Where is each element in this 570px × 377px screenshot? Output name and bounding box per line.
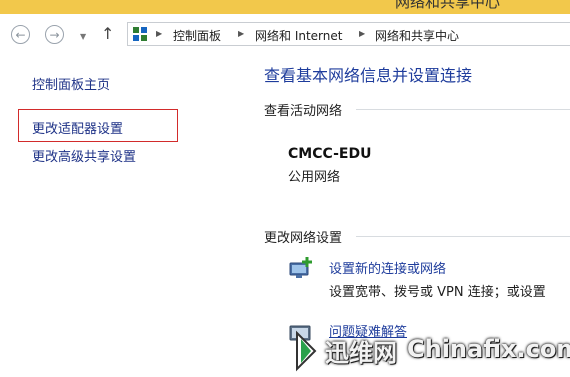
setup-new-connection-description: 设置宽带、拨号或 VPN 连接；或设置 xyxy=(329,285,546,300)
section-divider xyxy=(356,236,570,237)
recent-pages-dropdown-icon[interactable]: ▼ xyxy=(80,32,86,41)
window-title: 网络和共享中心 xyxy=(395,0,501,11)
up-arrow-icon[interactable]: ↑ xyxy=(101,24,114,43)
watermark: 迅维网 Chinafix.com xyxy=(293,329,570,377)
sidebar-item-change-advanced-sharing[interactable]: 更改高级共享设置 xyxy=(32,146,136,165)
forward-arrow-icon[interactable]: → xyxy=(45,25,64,44)
sidebar-item-control-panel-home[interactable]: 控制面板主页 xyxy=(32,74,110,93)
control-panel-icon xyxy=(133,27,147,41)
breadcrumb-separator-icon[interactable]: ▶ xyxy=(359,29,365,38)
highlight-annotation-box xyxy=(18,109,178,142)
breadcrumb-separator-icon[interactable]: ▶ xyxy=(238,29,244,38)
window-titlebar: 网络和共享中心 xyxy=(0,0,570,14)
section-divider xyxy=(356,109,570,110)
new-connection-icon xyxy=(289,257,312,278)
breadcrumb-control-panel[interactable]: 控制面板 xyxy=(173,27,221,44)
back-arrow-icon[interactable]: ← xyxy=(11,25,30,44)
watermark-logo-icon xyxy=(296,330,317,372)
navigation-bar: ← → ▼ ↑ ▶ 控制面板 ▶ 网络和 Internet ▶ 网络和共享中心 xyxy=(0,14,570,54)
active-networks-label: 查看活动网络 xyxy=(264,104,343,119)
setup-new-connection-link[interactable]: 设置新的连接或网络 xyxy=(329,258,446,277)
network-name: CMCC-EDU xyxy=(288,146,372,162)
watermark-text-cn: 迅维网 xyxy=(325,339,397,367)
page-title: 查看基本网络信息并设置连接 xyxy=(264,66,473,85)
breadcrumb-network-internet[interactable]: 网络和 Internet xyxy=(255,27,342,44)
address-bar[interactable]: ▶ 控制面板 ▶ 网络和 Internet ▶ 网络和共享中心 xyxy=(127,22,570,46)
breadcrumb-network-sharing-center[interactable]: 网络和共享中心 xyxy=(375,27,459,44)
watermark-text-en: Chinafix.com xyxy=(407,335,570,363)
breadcrumb-separator-icon: ▶ xyxy=(156,29,163,38)
change-network-settings-label: 更改网络设置 xyxy=(264,231,343,246)
network-type-link: 公用网络 xyxy=(288,170,341,185)
